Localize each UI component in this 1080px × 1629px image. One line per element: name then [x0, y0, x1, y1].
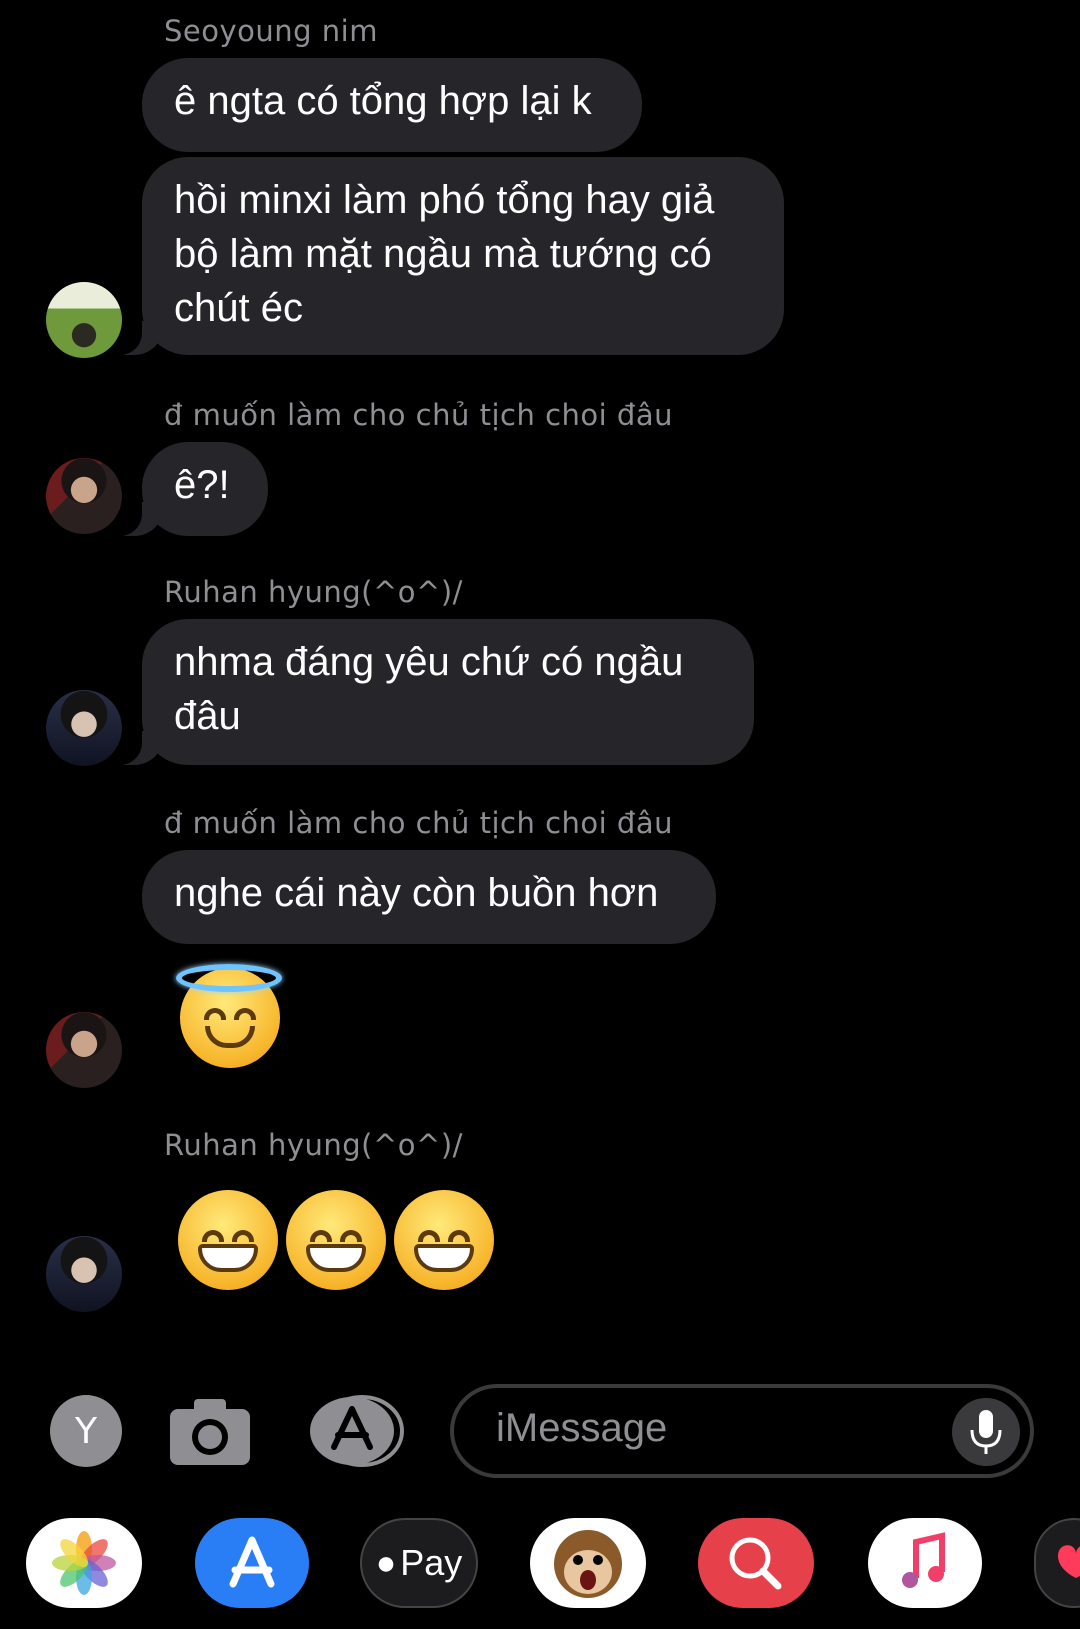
camera-icon[interactable]	[168, 1395, 252, 1467]
halo-icon	[176, 964, 282, 992]
photos-icon[interactable]	[26, 1518, 142, 1608]
profile-avatar-button[interactable]: Y	[50, 1395, 122, 1467]
pay-label: Pay	[400, 1542, 463, 1583]
digital-touch-icon[interactable]	[1034, 1518, 1080, 1608]
sender-name: Seoyoung nim	[164, 14, 378, 48]
microphone-icon[interactable]	[952, 1398, 1020, 1466]
message-bubble[interactable]: ê ngta có tổng hợp lại k	[142, 58, 642, 152]
image-search-icon[interactable]	[698, 1518, 814, 1608]
message-text: ê ngta có tổng hợp lại k	[174, 79, 592, 123]
music-icon[interactable]	[868, 1518, 982, 1608]
app-drawer-button[interactable]	[308, 1395, 404, 1467]
avatar[interactable]	[46, 458, 122, 534]
grinning-face-icon[interactable]	[178, 1190, 278, 1290]
input-placeholder: iMessage	[496, 1406, 668, 1450]
sender-name: đ muốn làm cho chủ tịch choi đâu	[164, 806, 673, 840]
avatar[interactable]	[46, 690, 122, 766]
sender-name: đ muốn làm cho chủ tịch choi đâu	[164, 398, 673, 432]
avatar[interactable]	[46, 1012, 122, 1088]
message-bubble[interactable]: nghe cái này còn buồn hơn	[142, 850, 716, 944]
apple-logo-icon: ●	[375, 1543, 397, 1582]
sender-name: Ruhan hyung(^o^)/	[164, 1128, 463, 1162]
message-bubble[interactable]: nhma đáng yêu chứ có ngầu đâu	[108, 619, 754, 765]
grinning-face-icon[interactable]	[286, 1190, 386, 1290]
animoji-icon[interactable]	[530, 1518, 646, 1608]
imessage-input[interactable]: iMessage	[450, 1384, 1034, 1478]
message-text: nhma đáng yêu chứ có ngầu đâu	[174, 640, 684, 738]
avatar[interactable]	[46, 282, 122, 358]
sender-name: Ruhan hyung(^o^)/	[164, 575, 463, 609]
apple-pay-icon[interactable]: ● Pay	[360, 1518, 478, 1608]
message-text: nghe cái này còn buồn hơn	[174, 871, 659, 915]
message-bubble[interactable]: hồi minxi làm phó tổng hay giả bộ làm mặ…	[108, 157, 784, 355]
avatar[interactable]	[46, 1236, 122, 1312]
message-text: hồi minxi làm phó tổng hay giả bộ làm mặ…	[174, 178, 715, 330]
app-store-icon[interactable]	[195, 1518, 309, 1608]
message-bubble[interactable]: ê?!	[108, 442, 268, 536]
message-text: ê?!	[174, 463, 230, 507]
grinning-face-icon[interactable]	[394, 1190, 494, 1290]
